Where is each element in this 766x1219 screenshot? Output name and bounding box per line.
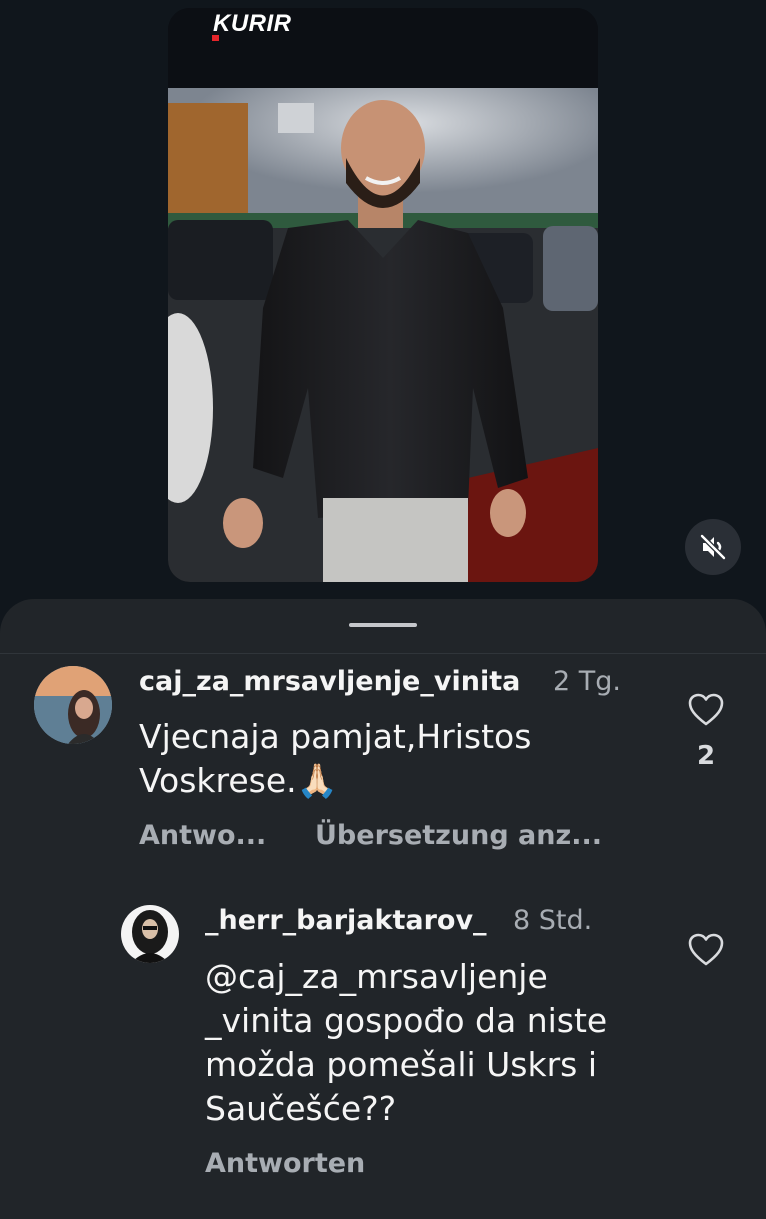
avatar-image: [121, 905, 179, 963]
reply-button[interactable]: Antworten: [205, 1148, 365, 1179]
like-count: 2: [696, 741, 716, 771]
comment-text: @caj_za_mrsavljenje _vinita gospođo da n…: [205, 955, 675, 1131]
comment-username[interactable]: caj_za_mrsavljenje_vinita: [139, 666, 520, 697]
comment-timestamp: 8 Std.: [513, 905, 593, 936]
comment-text-line: Vjecnaja pamjat,Hristos: [139, 717, 532, 756]
comment-timestamp: 2 Tg.: [553, 666, 621, 697]
reply-button[interactable]: Antwo...: [139, 820, 266, 851]
like-button[interactable]: [688, 933, 724, 971]
comment-text-segment: gospođo da niste: [313, 1001, 608, 1040]
comment-text: Vjecnaja pamjat,Hristos Voskrese.🙏🏻: [139, 715, 659, 803]
comment-text-line: Voskrese.🙏🏻: [139, 761, 338, 800]
translate-button[interactable]: Übersetzung anz...: [315, 820, 602, 851]
comment-username[interactable]: _herr_barjaktarov_: [205, 905, 487, 936]
comment-text-line: _vinita gospođo da niste: [205, 999, 675, 1043]
like-button[interactable]: [688, 693, 724, 731]
comment-text-line: možda pomešali Uskrs i: [205, 1045, 598, 1084]
video-frame-image: [168, 8, 598, 582]
avatar[interactable]: [121, 905, 179, 963]
comment-text-line: Saučešće??: [205, 1089, 397, 1128]
reel-video-area: KURIR: [0, 0, 766, 640]
mention-link-continued[interactable]: _vinita: [205, 1001, 313, 1040]
brand-logo: KURIR: [213, 10, 292, 37]
avatar[interactable]: [34, 666, 112, 744]
comments-sheet: caj_za_mrsavljenje_vinita 2 Tg. Vjecnaja…: [0, 599, 766, 1219]
avatar-image: [34, 666, 112, 744]
sheet-divider: [0, 653, 766, 654]
sheet-drag-handle[interactable]: [349, 623, 417, 627]
heart-outline-icon: [688, 693, 724, 726]
comment-text-line: @caj_za_mrsavljenje: [205, 955, 675, 999]
mention-link[interactable]: @caj_za_mrsavljenje: [205, 957, 548, 996]
heart-outline-icon: [688, 933, 724, 966]
mute-button[interactable]: [685, 519, 741, 575]
brand-logo-accent: [212, 35, 219, 41]
volume-off-icon: [699, 533, 727, 561]
reel-video[interactable]: [168, 8, 598, 582]
